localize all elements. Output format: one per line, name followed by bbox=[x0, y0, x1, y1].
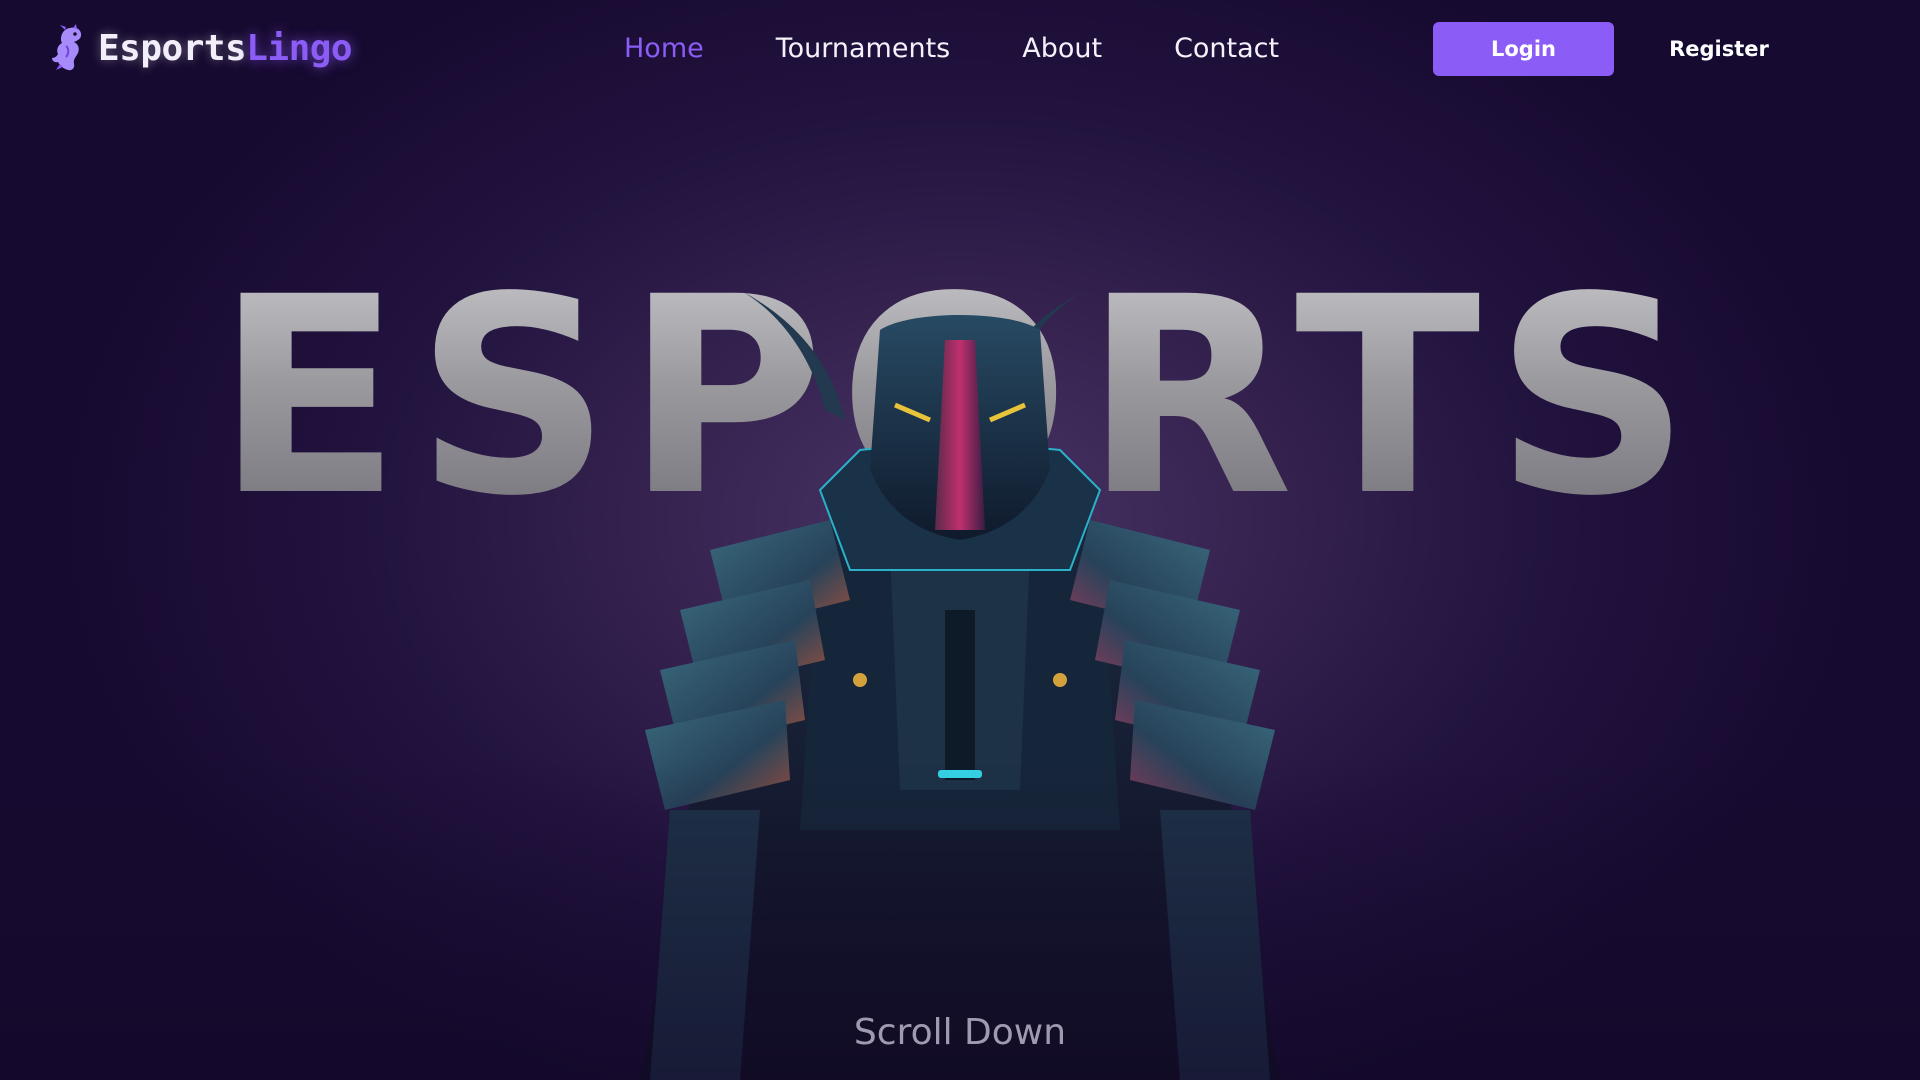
navbar: EsportsLingo Home Tournaments About Cont… bbox=[0, 0, 1920, 98]
brand-name-part1: Esports bbox=[98, 27, 247, 69]
scroll-down-label[interactable]: Scroll Down bbox=[0, 1012, 1920, 1053]
nav-link-tournaments[interactable]: Tournaments bbox=[776, 33, 951, 64]
page: EsportsLingo Home Tournaments About Cont… bbox=[0, 0, 1920, 1080]
nav-link-contact[interactable]: Contact bbox=[1174, 33, 1279, 64]
main-nav: Home Tournaments About Contact bbox=[624, 28, 1351, 68]
nav-link-home[interactable]: Home bbox=[624, 33, 704, 64]
warrior-illustration bbox=[640, 290, 1280, 1080]
login-button[interactable]: Login bbox=[1433, 22, 1614, 76]
brand-name-part2: Lingo bbox=[246, 27, 353, 69]
dragon-mascot-icon bbox=[52, 24, 82, 71]
brand-name: EsportsLingo bbox=[98, 27, 353, 69]
nav-link-about[interactable]: About bbox=[1022, 33, 1102, 64]
register-button[interactable]: Register bbox=[1652, 22, 1786, 76]
logo-link[interactable]: EsportsLingo bbox=[46, 22, 353, 74]
